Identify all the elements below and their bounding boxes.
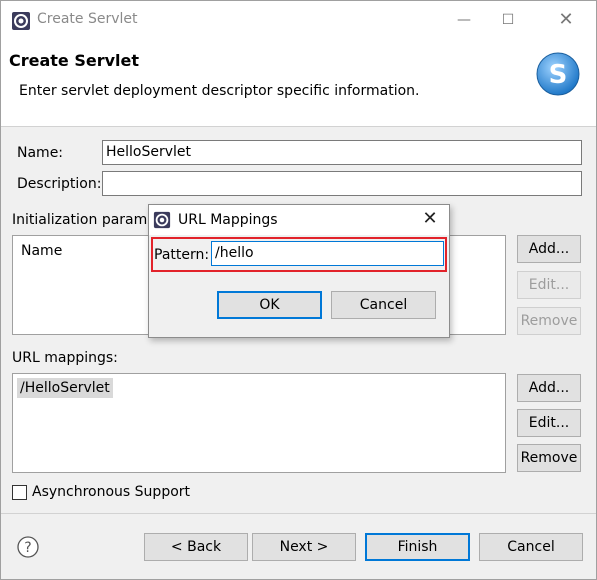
dialog-ok-button[interactable]: OK [217,291,322,319]
async-support-label[interactable]: Asynchronous Support [32,484,190,500]
footer-separator [1,513,596,514]
pattern-label: Pattern: [154,247,210,263]
dialog-titlebar: URL Mappings ✕ [149,205,449,235]
wizard-banner: Create Servlet Enter servlet deployment … [1,39,596,127]
create-servlet-window: Create Servlet — ☐ ✕ Create Servlet Ente… [0,0,597,580]
finish-button[interactable]: Finish [365,533,470,561]
url-mappings-dialog: URL Mappings ✕ Pattern: /hello OK Cancel [148,204,450,338]
init-edit-button[interactable]: Edit... [517,271,581,299]
window-titlebar: Create Servlet — ☐ ✕ [1,1,596,39]
minimize-button[interactable]: — [449,9,479,33]
close-button[interactable]: ✕ [551,9,581,33]
dialog-cancel-button[interactable]: Cancel [331,291,436,319]
url-mappings-label: URL mappings: [12,350,118,366]
init-remove-button[interactable]: Remove [517,307,581,335]
logo-letter: S [549,60,568,90]
dialog-title: URL Mappings [178,212,278,228]
url-add-button[interactable]: Add... [517,374,581,402]
banner-description: Enter servlet deployment descriptor spec… [19,83,420,99]
next-button[interactable]: Next > [252,533,356,561]
help-icon[interactable]: ? [17,536,39,558]
name-field[interactable]: HelloServlet [102,140,582,165]
init-add-button[interactable]: Add... [517,235,581,263]
url-remove-button[interactable]: Remove [517,444,581,472]
banner-title: Create Servlet [9,51,140,70]
url-mappings-list[interactable]: /HelloServlet [12,373,506,473]
back-button[interactable]: < Back [144,533,248,561]
eclipse-gear-icon [153,211,171,229]
cancel-button[interactable]: Cancel [479,533,583,561]
async-support-checkbox[interactable] [12,485,27,500]
init-params-label: Initialization parame [12,212,156,228]
name-label: Name: [17,145,64,161]
eclipse-gear-icon [12,12,30,30]
url-edit-button[interactable]: Edit... [517,409,581,437]
url-mapping-item[interactable]: /HelloServlet [17,378,113,398]
description-field[interactable] [102,171,582,196]
servlet-s-logo-icon: S [536,52,580,96]
maximize-button[interactable]: ☐ [493,9,523,33]
svg-text:?: ? [24,540,31,556]
window-title: Create Servlet [37,11,138,27]
description-label: Description: [17,176,102,192]
dialog-close-button[interactable]: ✕ [417,208,443,232]
init-params-column-header[interactable]: Name [18,241,65,261]
pattern-input[interactable]: /hello [211,241,444,266]
